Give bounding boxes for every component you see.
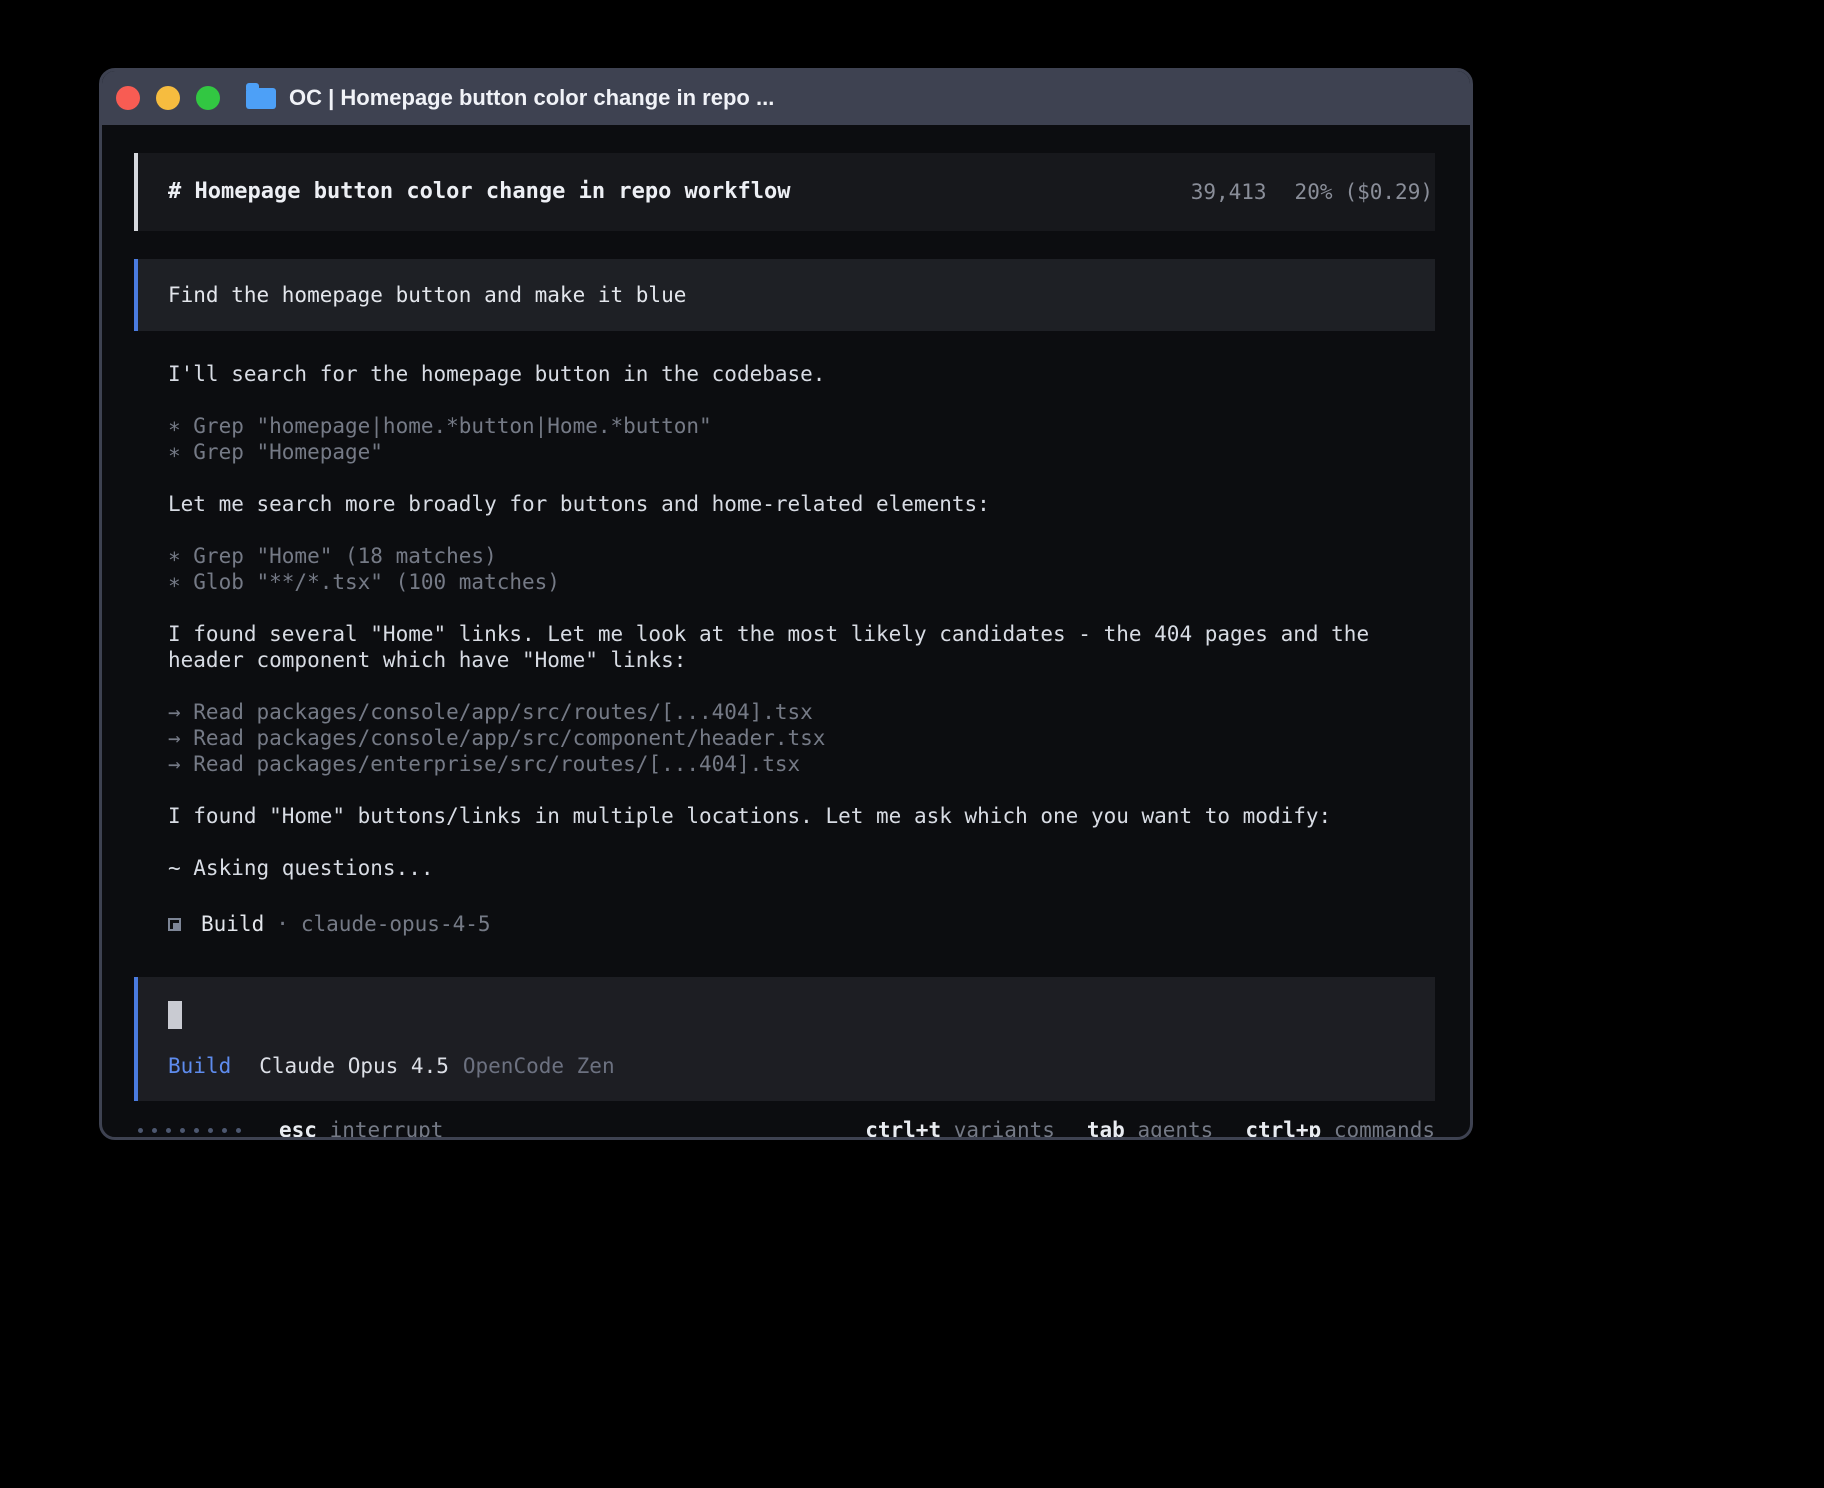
minimize-button[interactable]: [156, 86, 180, 110]
agent-model: claude-opus-4-5: [301, 911, 491, 937]
transcript-line: [168, 777, 1435, 803]
transcript-line: [168, 517, 1435, 543]
window-titlebar[interactable]: OC | Homepage button color change in rep…: [102, 71, 1470, 125]
agent-name: Build: [201, 911, 264, 937]
spinner-dots: [134, 1128, 241, 1133]
transcript-line: [168, 595, 1435, 621]
shortcut-hint: tab agents: [1087, 1117, 1213, 1140]
transcript-line: ~ Asking questions...: [168, 855, 1435, 881]
shortcut-hint: ctrl+p commands: [1245, 1117, 1435, 1140]
transcript-line: [168, 387, 1435, 413]
transcript-line: [168, 829, 1435, 855]
prompt-input[interactable]: Build Claude Opus 4.5 OpenCode Zen: [134, 977, 1435, 1101]
shortcut-hints: ctrl+t variants tab agents ctrl+p comman…: [865, 1117, 1435, 1140]
input-meta: Build Claude Opus 4.5 OpenCode Zen: [168, 1053, 1435, 1079]
transcript-line: [168, 673, 1435, 699]
transcript-line: → Read packages/console/app/src/componen…: [168, 725, 1435, 751]
session-header: # Homepage button color change in repo w…: [134, 153, 1435, 231]
agent-status-row: Build · claude-opus-4-5: [134, 911, 1435, 937]
user-message: Find the homepage button and make it blu…: [134, 259, 1435, 331]
agent-icon: [168, 918, 181, 931]
transcript-line: ∗ Grep "Home" (18 matches): [168, 543, 1435, 569]
input-provider-label: OpenCode Zen: [463, 1053, 615, 1079]
transcript-line: ∗ Grep "Homepage": [168, 439, 1435, 465]
status-bar: esc interrupt ctrl+t variants tab agents…: [134, 1117, 1435, 1140]
token-count: 39,413: [1191, 180, 1267, 204]
transcript-line: → Read packages/enterprise/src/routes/[.…: [168, 751, 1435, 777]
text-cursor: [168, 1001, 182, 1029]
transcript-line: → Read packages/console/app/src/routes/[…: [168, 699, 1435, 725]
esc-hint: esc interrupt: [279, 1117, 443, 1140]
terminal-content: # Homepage button color change in repo w…: [102, 125, 1470, 1140]
session-cost: ($0.29): [1344, 180, 1433, 204]
session-stats: 39,413 20% ($0.29): [1191, 179, 1433, 205]
transcript-line: ∗ Grep "homepage|home.*button|Home.*butt…: [168, 413, 1435, 439]
shortcut-hint: ctrl+t variants: [865, 1117, 1055, 1140]
context-percent: 20%: [1295, 180, 1333, 204]
transcript-line: I found several "Home" links. Let me loo…: [168, 621, 1435, 673]
transcript-line: I found "Home" buttons/links in multiple…: [168, 803, 1435, 829]
close-button[interactable]: [116, 86, 140, 110]
transcript-line: I'll search for the homepage button in t…: [168, 361, 1435, 387]
input-model-label: Claude Opus 4.5: [259, 1053, 449, 1079]
assistant-transcript: I'll search for the homepage button in t…: [134, 361, 1435, 881]
folder-icon: [246, 88, 276, 109]
user-message-text: Find the homepage button and make it blu…: [168, 282, 686, 308]
zoom-button[interactable]: [196, 86, 220, 110]
terminal-window: OC | Homepage button color change in rep…: [99, 68, 1473, 1140]
agent-separator: ·: [276, 911, 289, 937]
esc-key: esc: [279, 1118, 317, 1140]
transcript-line: [168, 465, 1435, 491]
window-title: OC | Homepage button color change in rep…: [289, 85, 774, 111]
transcript-line: ∗ Glob "**/*.tsx" (100 matches): [168, 569, 1435, 595]
esc-label: interrupt: [317, 1118, 443, 1140]
transcript-line: Let me search more broadly for buttons a…: [168, 491, 1435, 517]
input-mode-label[interactable]: Build: [168, 1053, 231, 1079]
session-title: # Homepage button color change in repo w…: [168, 179, 791, 205]
